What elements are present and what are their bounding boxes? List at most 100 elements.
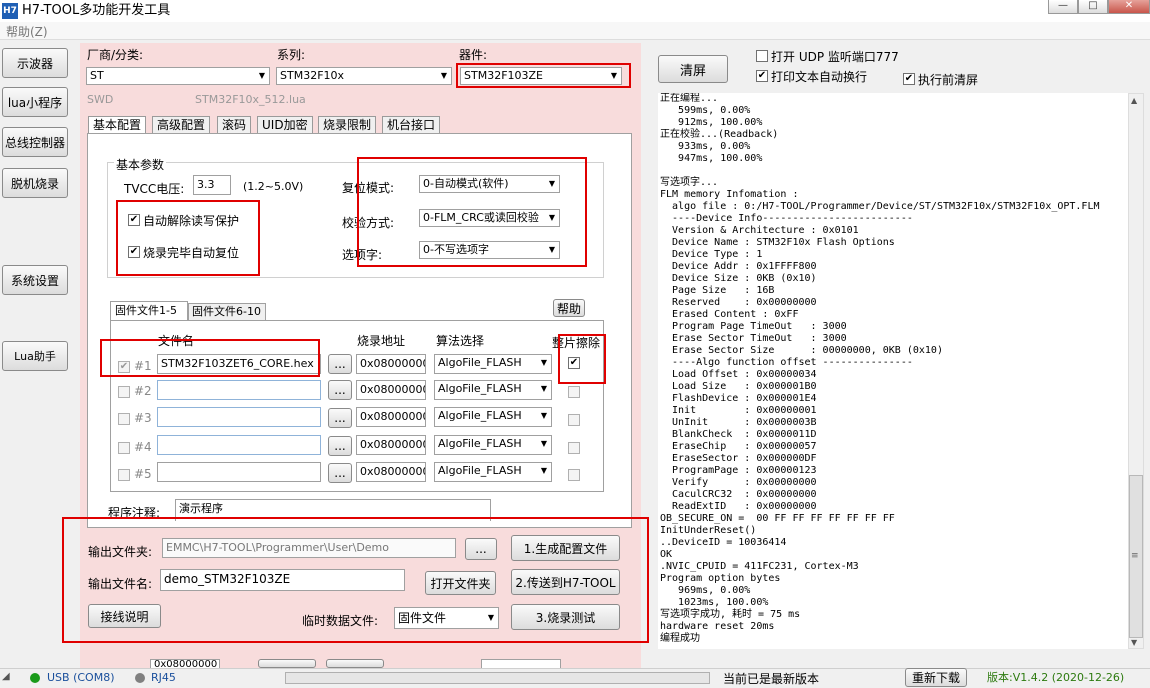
firmware-address-input[interactable]: 0x08000000 [356, 407, 426, 427]
checkbox-highlight-box [116, 200, 260, 276]
rj45-status-text: RJ45 [151, 671, 176, 684]
firmware-algo-select[interactable]: AlgoFile_FLASH [434, 354, 552, 374]
sidebar-item-lua-assistant[interactable]: Lua助手 [2, 341, 68, 371]
firmware-address-input[interactable]: 0x08000000 [356, 354, 426, 374]
full-erase-checkbox[interactable] [568, 469, 580, 481]
log-line: Program option bytes [660, 573, 781, 584]
output-highlight-box [62, 517, 649, 643]
menu-help[interactable]: 帮助(Z) [6, 23, 48, 40]
minimize-icon[interactable]: — [1048, 0, 1078, 14]
firmware-row-checkbox[interactable] [118, 386, 130, 398]
firmware-row-checkbox[interactable] [118, 469, 130, 481]
version-text: 版本:V1.4.2 (2020-12-26) [987, 671, 1125, 684]
firmware-algo-select[interactable]: AlgoFile_FLASH [434, 407, 552, 427]
firmware-file-input[interactable] [157, 462, 321, 482]
full-erase-checkbox[interactable] [568, 442, 580, 454]
log-line: ..DeviceID = 10036414 [660, 537, 787, 548]
sidebar-item-lua-apps[interactable]: lua小程序 [2, 87, 68, 117]
log-line: 正在编程... [660, 93, 719, 104]
grip-icon: ≡ [1131, 551, 1139, 561]
lua-file-text: STM32F10x_512.lua [195, 93, 306, 106]
firmware-browse-button[interactable]: ... [328, 354, 352, 374]
tab-advanced[interactable]: 高级配置 [152, 116, 211, 134]
log-line: OB_SECURE_ON = 00 FF FF FF FF FF FF FF [660, 513, 895, 524]
log-output[interactable]: 正在编程... 599ms, 0.00% 912ms, 100.00% 正在校验.… [658, 93, 1128, 649]
tab-uid-encrypt[interactable]: UID加密 [257, 116, 313, 134]
log-line: Reserved : 0x00000000 [660, 297, 817, 308]
usb-status-icon [30, 673, 40, 683]
scroll-up-icon[interactable]: ▲ [1131, 96, 1137, 105]
firmware-algo-select[interactable]: AlgoFile_FLASH [434, 435, 552, 455]
usb-status-text: USB (COM8) [47, 671, 115, 684]
sidebar-item-oscilloscope[interactable]: 示波器 [2, 48, 68, 78]
sidebar-item-offline-programmer[interactable]: 脱机烧录 [2, 168, 68, 198]
firmware-browse-button[interactable]: ... [328, 436, 352, 456]
udp-listen-checkbox[interactable] [756, 50, 768, 62]
log-line: Device Name : STM32F10x Flash Options [660, 237, 895, 248]
series-select[interactable]: STM32F10x [276, 67, 452, 85]
firmware-browse-button[interactable]: ... [328, 380, 352, 400]
log-line: 编程成功 [660, 633, 700, 644]
firmware-browse-button[interactable]: ... [328, 463, 352, 483]
hidden-button [326, 659, 384, 668]
firmware-help-button[interactable]: 帮助 [553, 299, 585, 317]
auto-wrap-checkbox[interactable]: ✔ [756, 70, 768, 82]
tab-machine-interface[interactable]: 机台接口 [382, 116, 441, 134]
log-line: algo file : 0:/H7-TOOL/Programmer/Device… [660, 201, 1100, 212]
tab-program-limit[interactable]: 烧录限制 [318, 116, 377, 134]
firmware-address-input[interactable]: 0x08000000 [356, 380, 426, 400]
basic-params-title: 基本参数 [114, 156, 167, 173]
clear-screen-button[interactable]: 清屏 [658, 55, 728, 83]
full-erase-checkbox[interactable] [568, 414, 580, 426]
firmware-row-checkbox[interactable] [118, 442, 130, 454]
tab-firmware-6-10[interactable]: 固件文件6-10 [188, 303, 266, 321]
log-line: FlashDevice : 0x000001E4 [660, 393, 817, 404]
scroll-down-icon[interactable]: ▼ [1131, 638, 1137, 647]
firmware-algo-select[interactable]: AlgoFile_FLASH [434, 462, 552, 482]
log-line: OK [660, 549, 673, 560]
firmware-algo-select[interactable]: AlgoFile_FLASH [434, 380, 552, 400]
redownload-button[interactable]: 重新下载 [905, 668, 967, 687]
firmware-file-input[interactable] [157, 407, 321, 427]
full-erase-checkbox[interactable] [568, 386, 580, 398]
update-status-text: 当前已是最新版本 [723, 672, 820, 686]
log-line: hardware reset 20ms [660, 621, 775, 632]
resize-grip-icon: ◢ [2, 671, 10, 682]
log-line: 969ms, 0.00% [660, 585, 751, 596]
log-line: 599ms, 0.00% [660, 105, 751, 116]
firmware-row-checkbox[interactable] [118, 413, 130, 425]
col-address-header: 烧录地址 [357, 334, 406, 348]
firmware-address-input[interactable]: 0x08000000 [356, 462, 426, 482]
firmware-browse-button[interactable]: ... [328, 408, 352, 428]
sidebar-item-bus-controller[interactable]: 总线控制器 [2, 127, 68, 157]
tab-firmware-1-5[interactable]: 固件文件1-5 [110, 301, 188, 321]
log-line: Page Size : 16B [660, 285, 775, 296]
window-title: H7-TOOL多功能开发工具 [22, 3, 171, 18]
log-line: Program Page TimeOut : 3000 [660, 321, 847, 332]
vendor-label: 厂商/分类: [87, 48, 144, 62]
menu-bar [0, 22, 1150, 40]
firmware-address-input[interactable]: 0x08000000 [356, 435, 426, 455]
tvcc-label: TVCC电压: [124, 182, 185, 196]
log-line: FLM memory Infomation : [660, 189, 799, 200]
vendor-select[interactable]: ST [86, 67, 270, 85]
tvcc-input[interactable]: 3.3 [193, 175, 231, 195]
log-line: UnInit : 0x0000003B [660, 417, 817, 428]
firmware-file-input[interactable] [157, 380, 321, 400]
tab-rolling-code[interactable]: 滚码 [217, 116, 252, 134]
firmware-file-input[interactable] [157, 435, 321, 455]
pre-clear-checkbox[interactable]: ✔ [903, 73, 915, 85]
erase-highlight-box [558, 334, 606, 384]
sidebar-item-system-settings[interactable]: 系统设置 [2, 265, 68, 295]
device-highlight-box [456, 63, 631, 88]
close-icon[interactable]: ✕ [1108, 0, 1150, 14]
modes-highlight-box [357, 157, 587, 267]
log-line: .NVIC_CPUID = 411FC231, Cortex-M3 [660, 561, 859, 572]
firmware-row-number: #4 [134, 440, 152, 454]
pre-clear-label: 执行前清屏 [918, 73, 979, 87]
log-line: Load Size : 0x000001B0 [660, 381, 817, 392]
maximize-icon[interactable]: □ [1078, 0, 1108, 14]
log-line: Device Type : 1 [660, 249, 763, 260]
progress-bar [285, 672, 710, 684]
